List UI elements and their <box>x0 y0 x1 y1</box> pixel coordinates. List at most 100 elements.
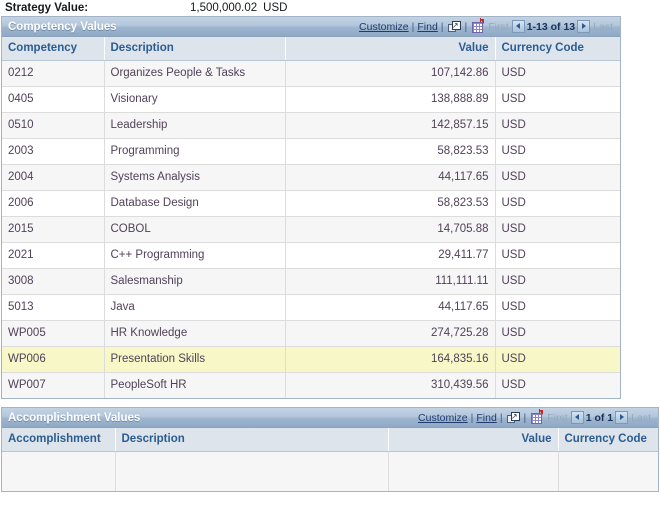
competency-cell-description: C++ Programming <box>104 242 286 269</box>
competency-cell-description: Salesmanship <box>104 268 286 295</box>
strategy-value-currency: USD <box>263 2 288 14</box>
previous-page-arrow-icon[interactable] <box>570 411 584 424</box>
strategy-value-summary: Strategy Value: 1,500,000.02 USD <box>0 0 660 16</box>
competency-cell-description: Leadership <box>104 112 286 139</box>
accomplishment-table-body <box>2 451 658 491</box>
competency-grid-toolbar: Customize | Find | ↗ | First 1-13 of 13 … <box>359 18 616 33</box>
competency-grid-header-bar: Competency Values Customize | Find | ↗ |… <box>2 17 620 37</box>
spreadsheet-icon-arrow-head <box>480 19 485 24</box>
competency-cell-currency: USD <box>495 86 620 113</box>
column-header-accomplishment[interactable]: Accomplishment <box>2 428 116 452</box>
accomplishment-table-header-row: Accomplishment Description Value Currenc… <box>2 428 658 452</box>
competency-cell-currency: USD <box>495 242 620 269</box>
competency-cell-code: WP006 <box>2 346 105 373</box>
next-page-arrow-icon[interactable] <box>615 411 629 424</box>
view-all-expand-icon[interactable]: ↗ <box>506 411 520 424</box>
accomplishment-grid-title: Accomplishment Values <box>8 411 141 424</box>
competency-cell-value: 111,111.11 <box>285 268 496 295</box>
competency-cell-currency: USD <box>495 320 620 347</box>
last-page-label[interactable]: Last <box>631 412 651 424</box>
table-row[interactable]: WP005 HR Knowledge 274,725.28 USD <box>2 320 620 347</box>
column-header-value[interactable]: Value <box>388 428 559 452</box>
last-page-label[interactable]: Last <box>593 21 613 33</box>
toolbar-separator-3: | <box>523 411 527 424</box>
customize-link[interactable]: Customize <box>359 21 409 33</box>
toolbar-separator-2: | <box>440 20 444 33</box>
expand-icon-arrow: ↗ <box>451 20 459 30</box>
column-header-currency-code[interactable]: Currency Code <box>495 37 620 61</box>
competency-cell-currency: USD <box>495 268 620 295</box>
toolbar-separator-2: | <box>499 411 503 424</box>
competency-cell-currency: USD <box>495 216 620 243</box>
competency-cell-description: Visionary <box>104 86 286 113</box>
competency-cell-currency: USD <box>495 164 620 191</box>
competency-cell-code: 0405 <box>2 86 105 113</box>
table-row[interactable]: 2003 Programming 58,823.53 USD <box>2 138 620 165</box>
competency-cell-value: 29,411.77 <box>285 242 496 269</box>
competency-cell-description: Organizes People & Tasks <box>104 60 286 87</box>
table-row[interactable]: WP006 Presentation Skills 164,835.16 USD <box>2 346 620 373</box>
table-row[interactable]: 0212 Organizes People & Tasks 107,142.86 US… <box>2 60 620 87</box>
table-row[interactable]: 3008 Salesmanship 111,111.11 USD <box>2 268 620 295</box>
competency-cell-value: 142,857.15 <box>285 112 496 139</box>
competency-cell-currency: USD <box>495 60 620 87</box>
competency-cell-code: 2006 <box>2 190 105 217</box>
competency-cell-value: 164,835.16 <box>285 346 496 373</box>
competency-grid-title: Competency Values <box>8 20 117 33</box>
accomplishment-cell-currency <box>558 451 658 491</box>
competency-row-range: 1-13 of 13 <box>526 20 576 33</box>
competency-cell-description: COBOL <box>104 216 286 243</box>
table-row[interactable]: 0510 Leadership 142,857.15 USD <box>2 112 620 139</box>
table-row[interactable]: 5013 Java 44,117.65 USD <box>2 294 620 321</box>
competency-cell-currency: USD <box>495 112 620 139</box>
toolbar-separator-1: | <box>411 20 415 33</box>
competency-cell-value: 58,823.53 <box>285 138 496 165</box>
download-to-spreadsheet-icon[interactable] <box>530 409 544 424</box>
competency-cell-code: 2021 <box>2 242 105 269</box>
competency-cell-value: 44,117.65 <box>285 164 496 191</box>
competency-values-grid: Competency Values Customize | Find | ↗ |… <box>1 16 621 399</box>
first-page-label[interactable]: First <box>547 412 567 424</box>
table-row[interactable]: 2006 Database Design 58,823.53 USD <box>2 190 620 217</box>
competency-cell-value: 44,117.65 <box>285 294 496 321</box>
accomplishment-row-range: 1 of 1 <box>585 411 614 424</box>
next-page-arrow-icon[interactable] <box>577 20 591 33</box>
competency-cell-code: WP007 <box>2 372 105 398</box>
competency-cell-description: Programming <box>104 138 286 165</box>
customize-link[interactable]: Customize <box>418 412 468 424</box>
competency-cell-currency: USD <box>495 138 620 165</box>
table-row[interactable]: 2021 C++ Programming 29,411.77 USD <box>2 242 620 269</box>
column-header-currency-code[interactable]: Currency Code <box>558 428 658 452</box>
table-row[interactable]: WP007 PeopleSoft HR 310,439.56 USD <box>2 372 620 398</box>
expand-icon-arrow: ↗ <box>510 411 518 421</box>
table-row[interactable]: 2015 COBOL 14,705.88 USD <box>2 216 620 243</box>
first-page-label[interactable]: First <box>488 21 508 33</box>
competency-cell-currency: USD <box>495 294 620 321</box>
accomplishment-grid-header-bar: Accomplishment Values Customize | Find |… <box>2 408 658 428</box>
accomplishment-grid-toolbar: Customize | Find | ↗ | First 1 of 1 Last <box>418 409 654 424</box>
competency-cell-code: 5013 <box>2 294 105 321</box>
column-header-description[interactable]: Description <box>115 428 389 452</box>
view-all-expand-icon[interactable]: ↗ <box>447 20 461 33</box>
competency-cell-description: PeopleSoft HR <box>104 372 286 398</box>
competency-cell-value: 138,888.89 <box>285 86 496 113</box>
accomplishment-values-table: Accomplishment Description Value Currenc… <box>2 428 658 491</box>
strategy-value-label: Strategy Value: <box>5 2 89 14</box>
competency-cell-description: Database Design <box>104 190 286 217</box>
competency-cell-description: Java <box>104 294 286 321</box>
find-link[interactable]: Find <box>476 412 496 424</box>
competency-cell-code: 2015 <box>2 216 105 243</box>
table-row[interactable] <box>2 451 658 491</box>
download-to-spreadsheet-icon[interactable] <box>471 18 485 33</box>
find-link[interactable]: Find <box>417 21 437 33</box>
accomplishment-cell-description <box>115 451 389 491</box>
table-row[interactable]: 0405 Visionary 138,888.89 USD <box>2 86 620 113</box>
competency-cell-value: 14,705.88 <box>285 216 496 243</box>
column-header-value[interactable]: Value <box>285 37 496 61</box>
column-header-description[interactable]: Description <box>104 37 286 61</box>
competency-cell-description: Systems Analysis <box>104 164 286 191</box>
competency-cell-description: HR Knowledge <box>104 320 286 347</box>
table-row[interactable]: 2004 Systems Analysis 44,117.65 USD <box>2 164 620 191</box>
column-header-competency[interactable]: Competency <box>2 37 105 61</box>
previous-page-arrow-icon[interactable] <box>511 20 525 33</box>
